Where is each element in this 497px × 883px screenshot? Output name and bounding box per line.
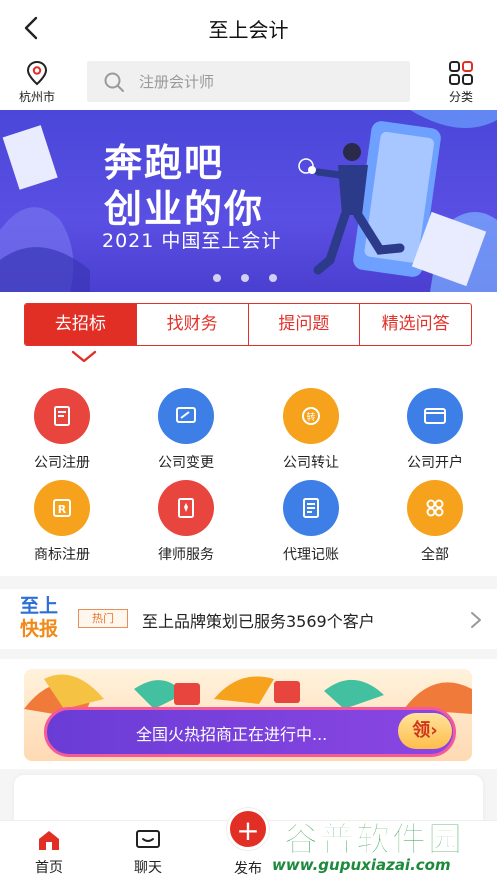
trademark-icon: R [34,480,90,536]
search-icon [104,72,124,92]
home-icon [39,831,59,850]
chevron-right-icon[interactable] [470,611,482,629]
transfer-hand-icon: 转 [283,388,339,444]
carousel-dot[interactable] [241,274,249,282]
all-grid-icon [407,480,463,536]
bank-card-icon [407,388,463,444]
ledger-icon [283,480,339,536]
nav-home[interactable]: 首页 [19,829,79,877]
city-selector[interactable]: 杭州市 [10,60,64,105]
news-logo: 至上 快报 [20,595,66,641]
top-bar: 至上会计 [0,0,497,56]
news-logo-top: 至上 [20,595,59,617]
watermark-url: www.gupuxiazai.com [272,856,451,874]
tab-3[interactable]: 精选问答 [360,304,471,345]
building-doc-icon [34,388,90,444]
claim-button-label: 领 [412,720,431,741]
service-item[interactable]: 公司注册 [12,388,112,472]
claim-button[interactable]: 领› [398,713,452,749]
service-label: 代理记账 [283,547,339,563]
nav-home-label: 首页 [35,860,63,876]
promo-text: 全国火热招商正在进行中... [136,725,328,744]
location-pin-icon [26,60,48,86]
publish-button[interactable]: + [227,808,269,850]
category-label: 分类 [448,90,473,104]
service-item[interactable]: 代理记账 [261,480,361,564]
service-item[interactable]: 律师服务 [136,480,236,564]
category-grid-icon [449,61,473,85]
tab-1[interactable]: 找财务 [137,304,249,345]
banner-subtitle: 2021 中国至上会计 [102,230,282,252]
service-label: 公司变更 [158,455,214,471]
service-item[interactable]: 公司变更 [136,388,236,472]
service-label: 全部 [421,547,449,563]
banner-line-1: 奔跑吧 [104,141,225,185]
carousel-dots [213,267,297,286]
carousel-dot[interactable] [269,274,277,282]
hero-banner[interactable]: 奔跑吧 创业的你 2021 中国至上会计 [0,110,497,292]
service-label: 公司转让 [283,455,339,471]
service-item[interactable]: 转公司转让 [261,388,361,472]
svg-text:R: R [58,503,67,516]
service-label: 公司注册 [34,455,90,471]
page-title: 至上会计 [208,18,289,42]
search-box[interactable] [87,61,410,102]
service-item[interactable]: 公司开户 [385,388,485,472]
category-button[interactable]: 分类 [440,60,482,105]
service-label: 公司开户 [407,455,463,471]
nav-chat[interactable]: 聊天 [118,829,178,877]
city-label: 杭州市 [18,90,55,104]
nav-chat-label: 聊天 [134,860,162,876]
carousel-dot[interactable] [213,274,221,282]
chat-icon [136,830,160,848]
service-grid: 公司注册 公司变更转公司转让 公司开户 R 商标注册 律师服务 代理记账 全部 [0,362,497,576]
service-label: 律师服务 [158,547,214,563]
watermark-brand: 谷普软件园 [284,820,464,861]
service-item[interactable]: 全部 [385,480,485,564]
news-ticker[interactable]: 至上 快报 热门 至上品牌策划已服务3569个客户 [0,589,497,649]
search-row: 杭州市 分类 [0,56,497,110]
hot-badge: 热门 [78,609,128,628]
service-label: 商标注册 [34,547,90,563]
news-headline[interactable]: 至上品牌策划已服务3569个客户 [142,608,375,632]
segment-tabs: 去招标 找财务 提问题 精选问答 [24,303,472,346]
tab-0[interactable]: 去招标 [25,304,137,345]
news-logo-bottom: 快报 [20,618,59,640]
svg-text:转: 转 [306,411,315,423]
lawyer-tie-icon [158,480,214,536]
tab-2[interactable]: 提问题 [249,304,361,345]
publish-label: 发布 [234,861,262,877]
search-input[interactable] [139,69,389,95]
banner-headline: 奔跑吧 创业的你 [104,140,264,232]
service-item[interactable]: R 商标注册 [12,480,112,564]
edit-card-icon [158,388,214,444]
